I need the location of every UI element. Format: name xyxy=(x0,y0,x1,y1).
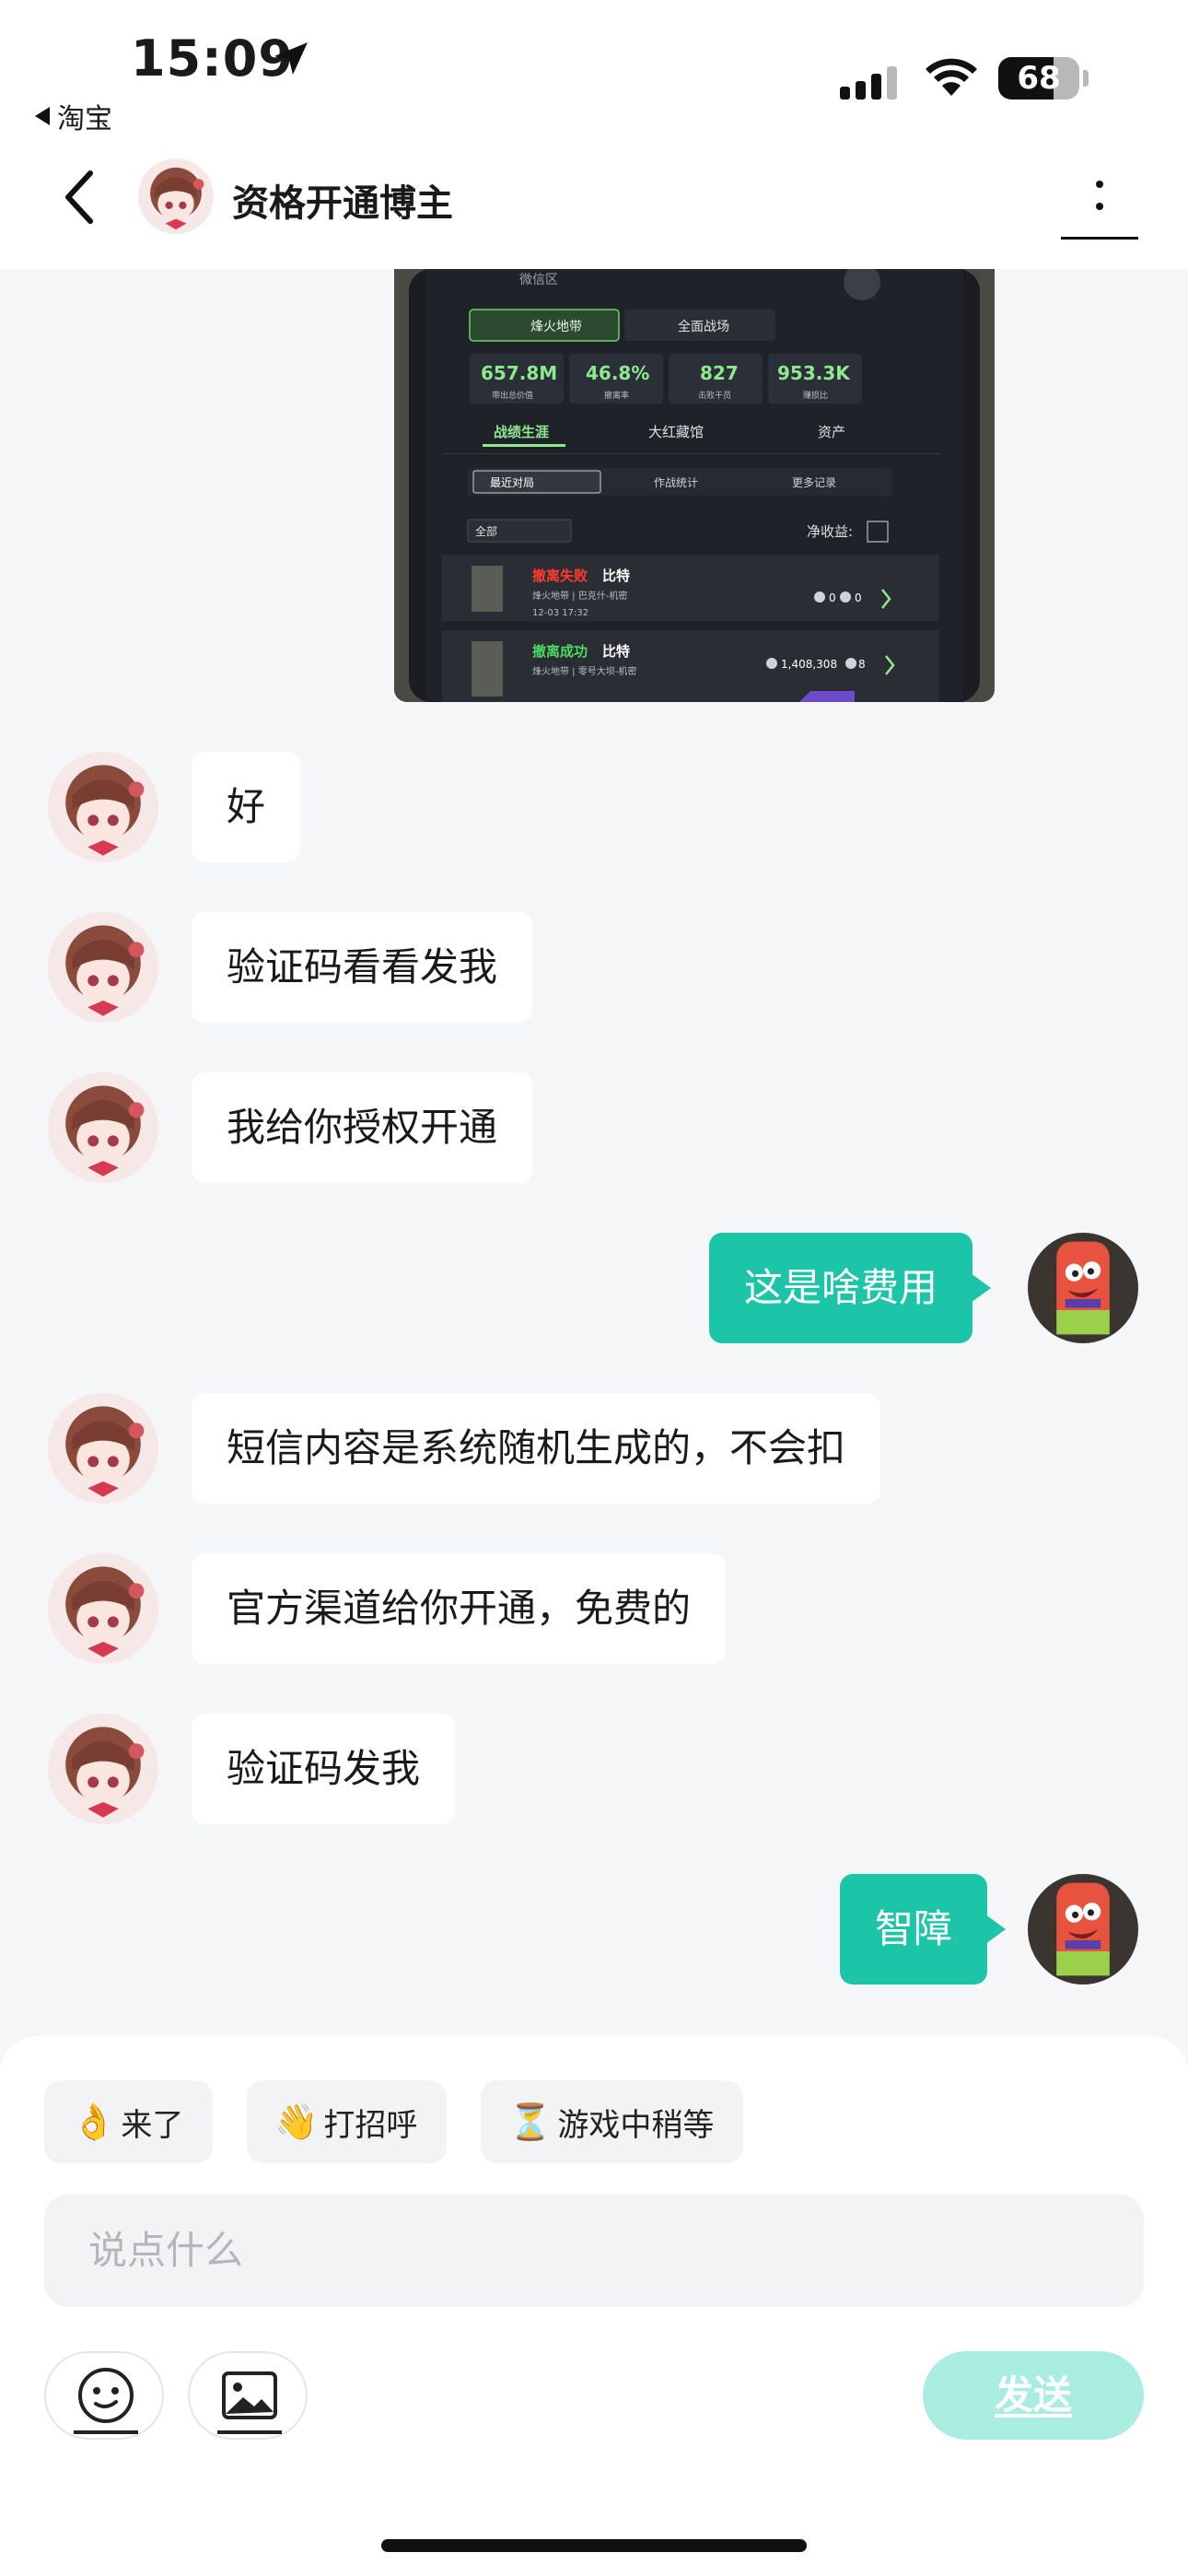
message-row: 我给你授权开通 xyxy=(0,1072,1188,1187)
message-row: 这是啥费用 xyxy=(0,1233,1188,1347)
match-kills: 8 xyxy=(858,658,866,671)
match-value: 1,408,308 xyxy=(781,658,837,671)
message-row: 好 xyxy=(0,752,1188,866)
my-avatar[interactable] xyxy=(1028,1874,1138,1985)
game-tab-right: 全面战场 xyxy=(678,319,729,334)
battery-icon: 68 xyxy=(998,57,1079,100)
stat-label: 赚损比 xyxy=(803,390,828,401)
hourglass-icon: ⏳ xyxy=(508,2101,553,2142)
sender-avatar[interactable] xyxy=(48,752,158,862)
game-subtab: 作战统计 xyxy=(654,476,698,489)
battery-percent: 68 xyxy=(1017,60,1061,97)
stat-label: 带出总价值 xyxy=(492,390,533,401)
stat-label: 击败干员 xyxy=(698,390,731,401)
incoming-message-bubble[interactable]: 官方渠道给你开通，免费的 xyxy=(192,1553,727,1664)
stat-value: 827 xyxy=(700,362,739,384)
stat-label: 撤离率 xyxy=(604,390,629,401)
game-nav-item: 资产 xyxy=(818,424,845,440)
page-title: 资格开通博主 xyxy=(232,182,453,225)
contact-avatar[interactable] xyxy=(138,158,214,234)
message-input[interactable]: 说点什么 xyxy=(44,2195,1144,2307)
game-nav-item: 大红藏馆 xyxy=(648,424,704,440)
incoming-message-bubble[interactable]: 我给你授权开通 xyxy=(192,1072,533,1183)
incoming-message-bubble[interactable]: 验证码看看发我 xyxy=(192,912,533,1023)
sender-avatar[interactable] xyxy=(48,1714,158,1824)
match-name: 比特 xyxy=(602,568,630,584)
quick-reply-chip[interactable]: ⏳ 游戏中稍等 xyxy=(481,2080,744,2163)
more-options-button[interactable] xyxy=(1061,175,1138,240)
match-time: 12-03 17:32 xyxy=(532,608,588,618)
stat-value: 46.8% xyxy=(586,362,649,384)
waving-hand-icon: 👋 xyxy=(274,2101,319,2142)
message-row: 智障 xyxy=(0,1874,1188,1988)
match-result: 撤离成功 xyxy=(532,643,588,660)
cellular-signal-icon xyxy=(840,63,897,100)
match-value: 0 xyxy=(829,591,836,604)
incoming-message-bubble[interactable]: 验证码发我 xyxy=(192,1714,456,1824)
game-nav-item: 战绩生涯 xyxy=(494,424,549,440)
image-picker-button[interactable] xyxy=(188,2351,308,2440)
match-name: 比特 xyxy=(602,643,630,660)
image-message[interactable]: 微信区 烽火地带 全面战场 657.8M 46.8% 827 953.3K 带出… xyxy=(394,269,995,702)
quick-reply-label: 打招呼 xyxy=(323,2106,418,2144)
message-row: 官方渠道给你开通，免费的 xyxy=(0,1553,1188,1668)
message-row: 验证码发我 xyxy=(0,1714,1188,1828)
message-input-placeholder: 说点什么 xyxy=(88,2228,244,2273)
my-avatar[interactable] xyxy=(1028,1233,1138,1343)
back-triangle-icon xyxy=(35,107,50,125)
outgoing-message-bubble[interactable]: 这是啥费用 xyxy=(709,1233,992,1343)
chat-area[interactable]: 微信区 烽火地带 全面战场 657.8M 46.8% 827 953.3K 带出… xyxy=(0,269,1188,2036)
wifi-icon xyxy=(926,58,977,96)
top-bar: 15:09 淘宝 68 资格开通博主 xyxy=(0,0,1188,269)
message-row: 短信内容是系统随机生成的，不会扣 xyxy=(0,1393,1188,1507)
composer-panel: 👌 来了 👋 打招呼 ⏳ 游戏中稍等 说点什么 发送 xyxy=(0,2036,1188,2576)
back-app-label: 淘宝 xyxy=(57,103,112,135)
match-map: 烽火地带 | 巴克什-机密 xyxy=(532,590,627,602)
send-button[interactable]: 发送 xyxy=(923,2351,1144,2440)
ok-hand-icon: 👌 xyxy=(72,2101,116,2142)
match-kills: 0 xyxy=(855,591,862,604)
sender-avatar[interactable] xyxy=(48,1393,158,1504)
incoming-message-bubble[interactable]: 好 xyxy=(192,752,301,862)
game-zone: 微信区 xyxy=(519,273,558,287)
match-result: 撤离失败 xyxy=(532,568,588,584)
game-subtab: 最近对局 xyxy=(490,476,534,489)
quick-reply-label: 游戏中稍等 xyxy=(557,2106,715,2144)
incoming-message-bubble[interactable]: 短信内容是系统随机生成的，不会扣 xyxy=(192,1393,881,1504)
back-button[interactable] xyxy=(59,168,99,227)
sender-avatar[interactable] xyxy=(48,1553,158,1664)
message-row: 验证码看看发我 xyxy=(0,912,1188,1026)
quick-reply-chip[interactable]: 👌 来了 xyxy=(44,2080,214,2163)
game-subtab: 更多记录 xyxy=(792,476,836,489)
game-net-label: 净收益: xyxy=(807,523,853,540)
location-arrow-icon xyxy=(274,42,308,75)
stat-value: 657.8M xyxy=(481,362,557,384)
image-icon xyxy=(217,2371,282,2434)
home-indicator[interactable] xyxy=(381,2539,807,2552)
sender-avatar[interactable] xyxy=(48,912,158,1023)
quick-reply-chip[interactable]: 👋 打招呼 xyxy=(247,2080,448,2163)
match-map: 烽火地带 | 零号大坝-机密 xyxy=(532,665,636,677)
game-filter: 全部 xyxy=(475,524,497,538)
back-to-app-link[interactable]: 淘宝 xyxy=(35,96,112,136)
outgoing-message-bubble[interactable]: 智障 xyxy=(840,1874,1007,1985)
stat-value: 953.3K xyxy=(777,362,851,384)
quick-reply-label: 来了 xyxy=(121,2106,184,2144)
sender-avatar[interactable] xyxy=(48,1072,158,1183)
game-tab-left: 烽火地带 xyxy=(530,320,582,334)
smiley-icon xyxy=(74,2368,138,2434)
emoji-button[interactable] xyxy=(44,2351,164,2440)
battery-tip xyxy=(1083,70,1089,87)
